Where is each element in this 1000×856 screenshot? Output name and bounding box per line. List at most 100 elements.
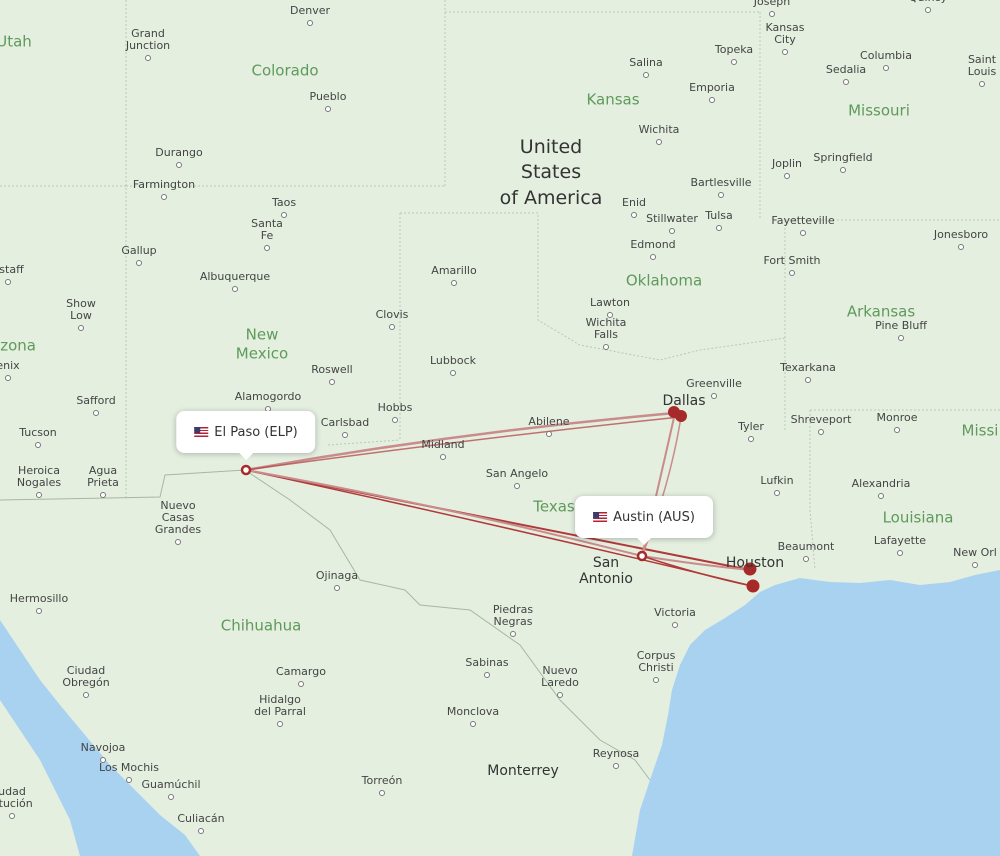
airport-label-aus: Austin (AUS) bbox=[613, 509, 695, 525]
city-label: Roswell bbox=[311, 363, 353, 376]
city-label: Pueblo bbox=[309, 90, 347, 103]
city-dot bbox=[5, 279, 11, 285]
city-label: Camargo bbox=[276, 665, 326, 678]
city-dot bbox=[731, 59, 737, 65]
city-dot bbox=[672, 622, 678, 628]
city-dot bbox=[484, 672, 490, 678]
city-dot bbox=[329, 379, 335, 385]
city-dot bbox=[440, 454, 446, 460]
city-label: Saint Joseph bbox=[753, 0, 791, 8]
city-label: Dallas bbox=[662, 393, 706, 409]
city-dot bbox=[510, 631, 516, 637]
city-dot bbox=[78, 325, 84, 331]
state-label: Missouri bbox=[848, 101, 910, 120]
aus-marker[interactable] bbox=[636, 550, 648, 562]
city-dot bbox=[168, 794, 174, 800]
state-label: izona bbox=[0, 336, 36, 355]
map-base bbox=[0, 0, 1000, 856]
city-label: Corpus Christi bbox=[636, 649, 676, 674]
city-dot bbox=[709, 97, 715, 103]
city-dot bbox=[643, 72, 649, 78]
city-dot bbox=[35, 442, 41, 448]
city-dot bbox=[145, 55, 151, 61]
city-label: Fort Smith bbox=[763, 254, 821, 267]
city-dot bbox=[789, 270, 795, 276]
city-label: New Orl bbox=[953, 546, 997, 559]
city-label: Monterrey bbox=[487, 763, 559, 779]
city-dot bbox=[800, 230, 806, 236]
city-label: Edmond bbox=[630, 238, 676, 251]
city-label: Sedalia bbox=[825, 63, 867, 76]
city-label: Wichita Falls bbox=[585, 316, 627, 341]
city-dot bbox=[784, 173, 790, 179]
city-label: Kansas City bbox=[765, 21, 805, 46]
city-dot bbox=[958, 244, 964, 250]
city-dot bbox=[307, 20, 313, 26]
city-label: Hidalgo del Parral bbox=[254, 693, 306, 718]
city-dot bbox=[334, 585, 340, 591]
city-label: Safford bbox=[76, 394, 116, 407]
city-dot bbox=[818, 429, 824, 435]
city-label: Ojinaga bbox=[315, 569, 359, 582]
country-label: States bbox=[520, 161, 582, 183]
city-label: Heroica Nogales bbox=[16, 464, 62, 489]
city-dot bbox=[451, 280, 457, 286]
city-label: Emporia bbox=[689, 81, 735, 94]
airport-popup-elp[interactable]: El Paso (ELP) bbox=[176, 411, 316, 460]
city-label: Ciudad Obregón bbox=[62, 664, 110, 689]
state-label: Chihuahua bbox=[220, 616, 302, 635]
city-label: Nuevo Casas Grandes bbox=[154, 499, 202, 536]
dallas-marker-2[interactable] bbox=[675, 410, 687, 422]
state-label: Utah bbox=[0, 32, 32, 51]
city-label: Columbia bbox=[860, 49, 912, 62]
city-label: udad titución bbox=[0, 785, 33, 810]
city-dot bbox=[298, 681, 304, 687]
city-label: gstaff bbox=[0, 263, 24, 276]
city-label: Tulsa bbox=[705, 209, 733, 222]
elp-marker[interactable] bbox=[240, 464, 252, 476]
city-label: Houston bbox=[725, 555, 785, 571]
city-label: Lafayette bbox=[873, 534, 927, 547]
city-label: Wichita bbox=[638, 123, 680, 136]
city-label: Monclova bbox=[446, 705, 500, 718]
city-label: Sabinas bbox=[465, 656, 509, 669]
state-label: Oklahoma bbox=[625, 271, 703, 290]
city-label: Jonesboro bbox=[933, 228, 989, 241]
city-label: Agua Prieta bbox=[87, 464, 119, 489]
country-label: United bbox=[519, 136, 583, 158]
city-label: Piedras Negras bbox=[492, 603, 534, 628]
country-label: of America bbox=[499, 187, 603, 209]
airport-popup-aus[interactable]: Austin (AUS) bbox=[575, 496, 713, 545]
city-dot bbox=[613, 763, 619, 769]
city-label: Guamúchil bbox=[141, 778, 201, 791]
city-label: Midland bbox=[421, 438, 465, 451]
city-label: Amarillo bbox=[431, 264, 477, 277]
city-label: Alexandria bbox=[851, 477, 911, 490]
city-label: Texarkana bbox=[780, 361, 836, 374]
city-dot bbox=[36, 492, 42, 498]
city-label: Farmington bbox=[132, 178, 196, 191]
city-dot bbox=[93, 410, 99, 416]
state-label: Kansas bbox=[586, 90, 640, 109]
city-dot bbox=[653, 677, 659, 683]
city-label: Tyler bbox=[738, 420, 764, 433]
city-dot bbox=[716, 225, 722, 231]
city-label: Los Mochis bbox=[99, 761, 159, 774]
city-label: Hermosillo bbox=[9, 592, 69, 605]
city-dot bbox=[972, 562, 978, 568]
city-label: Navojoa bbox=[80, 741, 126, 754]
city-label: Nuevo Laredo bbox=[541, 664, 579, 689]
city-label: Abilene bbox=[528, 415, 570, 428]
city-label: Reynosa bbox=[592, 747, 640, 760]
city-dot bbox=[161, 194, 167, 200]
route-map[interactable]: Denver Saint Joseph Quincy Grand Junction Ka… bbox=[0, 0, 1000, 856]
state-label: Mexico bbox=[235, 344, 289, 363]
city-dot bbox=[176, 162, 182, 168]
city-label: Culiacán bbox=[177, 812, 225, 825]
state-label: Colorado bbox=[251, 61, 319, 80]
city-label: Tucson bbox=[19, 426, 57, 439]
city-dot bbox=[175, 539, 181, 545]
city-label: Carlsbad bbox=[320, 416, 370, 429]
city-dot bbox=[883, 65, 889, 71]
houston-marker-2[interactable] bbox=[746, 579, 760, 593]
